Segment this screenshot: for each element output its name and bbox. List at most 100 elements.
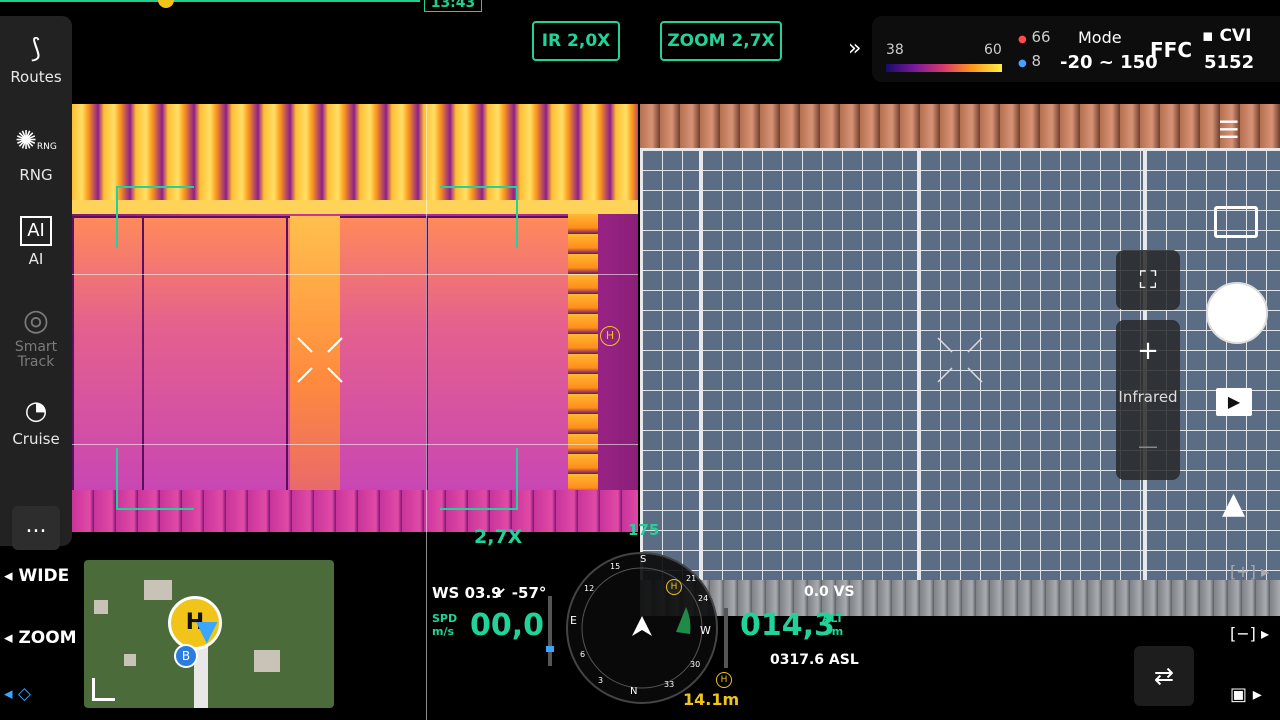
laser-rangefinder-icon: ✺RNG <box>15 126 57 156</box>
pip-icon[interactable]: ▣ ▸ <box>1230 684 1262 705</box>
speedometer-icon: ◔ <box>24 396 48 426</box>
solar-panel <box>700 148 920 586</box>
wind-dir: ↙ -57° <box>494 584 547 602</box>
ir-zoom-badge[interactable]: IR 2,0X <box>532 21 620 61</box>
smart-track-icon: ◎ <box>22 303 50 338</box>
frame-corner <box>440 448 518 510</box>
map-building <box>144 580 172 600</box>
home-direction-icon: H <box>666 579 682 595</box>
zoom-badge[interactable]: ZOOM 2,7X <box>660 21 782 61</box>
lens-selector[interactable]: + Infrared — <box>1116 320 1180 480</box>
frame-corner <box>116 186 194 248</box>
ai-icon: AI <box>20 216 52 246</box>
map-building <box>124 654 136 666</box>
infrared-label[interactable]: Infrared <box>1116 388 1180 406</box>
compass-s: S <box>640 554 647 565</box>
scale-min: 38 <box>886 42 904 58</box>
compass-tick: 12 <box>584 584 595 593</box>
vertical-speed: 0.0 VS <box>804 584 855 600</box>
thermal-color-scale[interactable] <box>886 64 1002 72</box>
routes-button[interactable]: ⟆ Routes <box>0 34 72 86</box>
shutter-button[interactable] <box>1206 282 1268 344</box>
compass-tick: 21 <box>686 574 697 583</box>
home-distance: 14.1m <box>683 690 740 709</box>
mode-range[interactable]: -20 ~ 150 <box>1060 52 1158 73</box>
wind-speed: WS 03.9 <box>432 584 502 602</box>
zoom-indicator: 2,7X <box>474 526 523 548</box>
home-distance-icon: H <box>716 672 732 688</box>
compass-w: W <box>700 624 711 637</box>
playback-icon[interactable]: ▶ <box>1216 388 1252 416</box>
grid-line <box>72 274 638 275</box>
cold-value: ● 8 <box>1018 52 1042 70</box>
wide-button[interactable]: ◂ WIDE <box>4 566 69 586</box>
speed-label: SPD m/s <box>432 612 458 638</box>
speed-bar <box>546 596 554 666</box>
map-expand-icon[interactable] <box>92 678 115 701</box>
rng-button[interactable]: ✺RNG RNG <box>0 126 72 184</box>
compass-e: E <box>570 614 577 627</box>
storage-label: ▪ CVI <box>1202 26 1252 46</box>
mini-map[interactable]: H B ▼ <box>84 560 334 708</box>
hot-value: ● 66 <box>1018 28 1051 46</box>
collapse-chevron-icon[interactable]: » <box>848 36 861 61</box>
grid-line <box>426 104 427 720</box>
ffc-button[interactable]: FFC <box>1150 38 1192 62</box>
routes-label: Routes <box>10 68 62 86</box>
crosshair-icon <box>297 337 343 383</box>
routes-icon: ⟆ <box>30 34 42 64</box>
frame-corner <box>116 448 194 510</box>
scale-max: 60 <box>984 42 1002 58</box>
cruise-button[interactable]: ◔ Cruise <box>0 396 72 448</box>
sd-card-icon: ▪ <box>1202 26 1214 46</box>
add-icon[interactable]: + <box>1116 336 1180 366</box>
map-building <box>94 600 108 614</box>
aircraft-icon <box>632 616 652 636</box>
heading-arc <box>676 607 691 634</box>
more-button[interactable]: ... <box>12 506 60 550</box>
home-point-icon <box>158 0 174 8</box>
storage-value: 5152 <box>1204 52 1255 73</box>
thermal-side-tiles <box>568 214 598 494</box>
map-base-icon: B <box>174 644 198 668</box>
ai-label: AI <box>28 250 44 268</box>
zoom-out-icon[interactable]: [−] ▸ <box>1230 624 1269 643</box>
lens-switch-icon[interactable]: ⛶ <box>1116 250 1180 310</box>
top-time: 13:43 <box>424 0 482 12</box>
compass-tick: 30 <box>690 660 701 669</box>
compass-tick: 3 <box>598 676 604 685</box>
zoom-in-icon[interactable]: [+] ▸ <box>1230 562 1269 581</box>
speed-value: 00,0 <box>470 608 545 643</box>
altitude-label: ALT m <box>822 612 844 638</box>
photo-video-toggle-icon[interactable] <box>1214 206 1258 238</box>
minus-icon[interactable]: — <box>1116 434 1180 458</box>
compass-tick: 6 <box>580 650 586 659</box>
compass-n: N <box>630 686 638 697</box>
aircraft-direction-icon: ▲ <box>1222 486 1246 521</box>
cruise-label: Cruise <box>12 430 60 448</box>
asl-value: 0317.6 ASL <box>770 652 859 668</box>
ai-button[interactable]: AI AI <box>0 216 72 268</box>
mode-label: Mode <box>1078 28 1122 47</box>
map-building <box>254 650 280 672</box>
heading-mark: 175 <box>628 521 660 539</box>
camera-settings-icon[interactable]: ☰ <box>1218 116 1240 144</box>
nav-diamond-icon[interactable]: ◂ ◇ <box>4 684 31 704</box>
rgb-bottom-tiles <box>640 580 1280 616</box>
smart-track-label: Smart Track <box>14 339 58 370</box>
compass-tick: 15 <box>610 562 621 571</box>
home-marker-icon: H <box>600 326 620 346</box>
grid-line <box>72 444 638 445</box>
smart-track-button[interactable]: ◎ Smart Track <box>0 306 72 370</box>
top-progress-line <box>0 0 420 2</box>
rng-label: RNG <box>19 166 53 184</box>
altitude-bar <box>724 608 728 668</box>
altitude-value: 014,3 <box>740 608 835 643</box>
crosshair-icon <box>937 337 983 383</box>
compass-tick: 33 <box>664 680 675 689</box>
compass-tick: 24 <box>698 594 709 603</box>
zoom-button[interactable]: ◂ ZOOM <box>4 628 77 648</box>
swap-views-icon[interactable]: ⇄ <box>1134 646 1194 706</box>
left-toolbar: ⟆ Routes ✺RNG RNG AI AI ◎ Smart Track ◔ … <box>0 16 72 550</box>
frame-corner <box>440 186 518 248</box>
